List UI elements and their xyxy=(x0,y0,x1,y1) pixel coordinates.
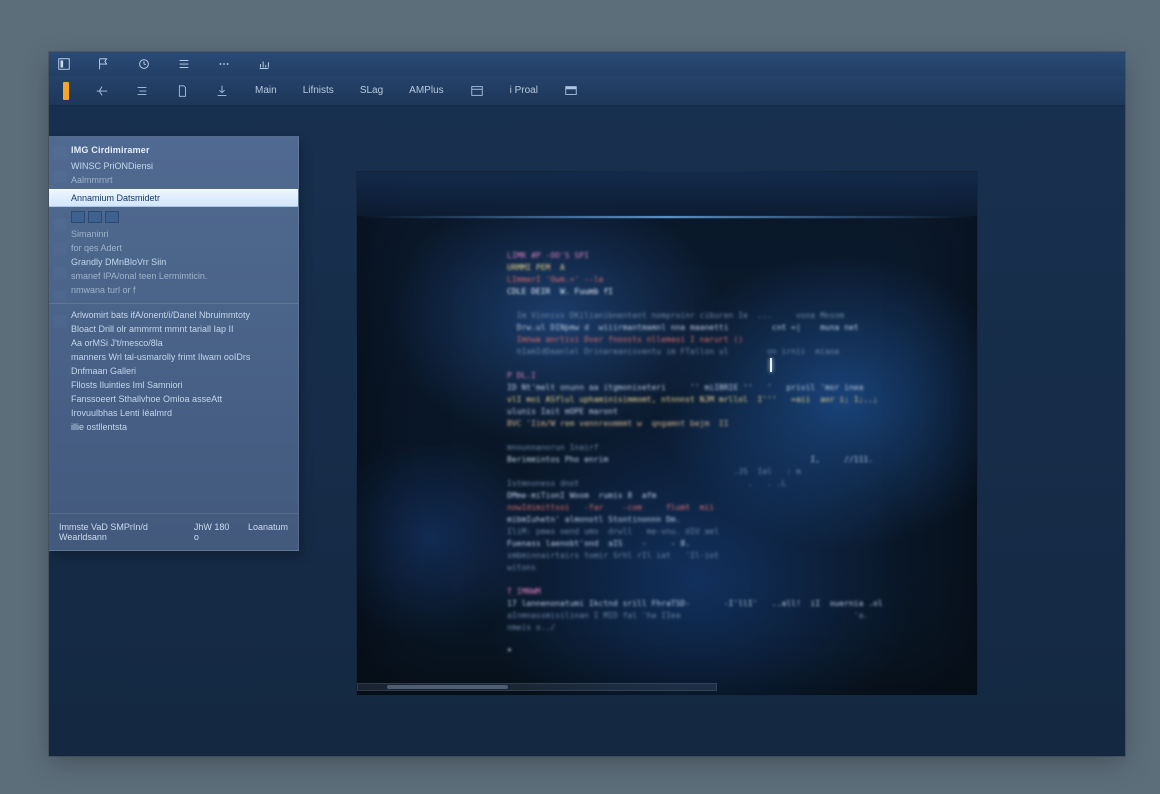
list-icon[interactable] xyxy=(177,57,191,71)
window-icon[interactable] xyxy=(560,82,582,100)
panel-item[interactable]: smanef IPA/onal teen Lermimticin. xyxy=(71,269,290,283)
toolbar: Main Lifnists SLag AMPlus i Proal xyxy=(49,76,1125,106)
code-content[interactable]: LIMK #P -OO'S SPIURMMI PEM ALImmerI 'Owm… xyxy=(507,250,937,675)
panel-footer: Immste VaD SMPrIn/d Wearldsann JhW 180 o… xyxy=(49,513,298,550)
panel-item[interactable]: Aa orMSi J't/mesco/8la xyxy=(71,336,290,350)
panel-heading: IMG Cirdimiramer xyxy=(71,145,290,155)
tab-main[interactable]: Main xyxy=(251,83,281,98)
app-menu-icon[interactable] xyxy=(57,57,71,71)
thumb-icon[interactable] xyxy=(88,211,102,223)
tab-lifnists[interactable]: Lifnists xyxy=(299,83,338,98)
editor-pane[interactable]: LIMK #P -OO'S SPIURMMI PEM ALImmerI 'Owm… xyxy=(356,171,978,696)
calendar-icon[interactable] xyxy=(466,82,488,100)
side-panel: IMG Cirdimiramer WINSC PriONDiensi Aalmm… xyxy=(49,136,299,551)
file-icon[interactable] xyxy=(171,82,193,100)
workspace: IMG Cirdimiramer WINSC PriONDiensi Aalmm… xyxy=(49,106,1125,756)
panel-item[interactable]: Arlwomirt bats ifA/onent/i/Danel Nbruimm… xyxy=(71,308,290,322)
thumb-icon[interactable] xyxy=(105,211,119,223)
menu-bar xyxy=(49,52,1125,76)
panel-item[interactable]: Dnfmaan Galleri xyxy=(71,364,290,378)
download-icon[interactable] xyxy=(211,82,233,100)
panel-item[interactable]: WINSC PriONDiensi xyxy=(71,159,290,173)
panel-thumbnails xyxy=(71,211,290,223)
align-icon[interactable] xyxy=(91,82,113,100)
tab-amplus[interactable]: AMPlus xyxy=(405,83,447,98)
panel-item[interactable]: Irovuulbhas Lenti Iéalmrd xyxy=(71,406,290,420)
tab-iproal[interactable]: i Proal xyxy=(506,83,542,98)
settings-icon[interactable] xyxy=(131,82,153,100)
more-icon[interactable] xyxy=(217,57,231,71)
app-window: Main Lifnists SLag AMPlus i Proal IMG Ci… xyxy=(49,52,1125,756)
orange-handle[interactable] xyxy=(59,80,73,102)
footer-status-right: Loanatum xyxy=(248,522,288,542)
panel-item[interactable]: Fllosts Iluinties Iml Samniori xyxy=(71,378,290,392)
chart-icon[interactable] xyxy=(257,57,271,71)
footer-status-mid: JhW 180 o xyxy=(194,522,230,542)
panel-item[interactable]: illie ostllentsta xyxy=(71,420,290,434)
panel-item[interactable]: Simaninri xyxy=(71,227,290,241)
footer-status-left: Immste VaD SMPrIn/d Wearldsann xyxy=(59,522,176,542)
panel-divider xyxy=(49,303,298,304)
flag-icon[interactable] xyxy=(97,57,111,71)
panel-item[interactable]: for qes Adert xyxy=(71,241,290,255)
horizontal-scrollbar[interactable] xyxy=(357,683,717,691)
panel-item[interactable]: nmwana turl or f xyxy=(71,283,290,297)
panel-item[interactable]: Aalmmrnrt xyxy=(71,173,290,187)
history-icon[interactable] xyxy=(137,57,151,71)
panel-item[interactable]: manners Wrl tal-usmarolly frimt Ilwam oo… xyxy=(71,350,290,364)
panel-item-selected[interactable]: Annamium Datsmidetr xyxy=(49,189,298,207)
tab-slag[interactable]: SLag xyxy=(356,83,387,98)
thumb-icon[interactable] xyxy=(71,211,85,223)
panel-item[interactable]: Grandly DMnBloVrr Siin xyxy=(71,255,290,269)
editor-tab-strip xyxy=(357,172,977,216)
panel-item[interactable]: Fanssoeert Sthallvhoe Omloa asseAtt xyxy=(71,392,290,406)
panel-item[interactable]: Bloact Drill olr ammrmt mmnt tariall Iap… xyxy=(71,322,290,336)
